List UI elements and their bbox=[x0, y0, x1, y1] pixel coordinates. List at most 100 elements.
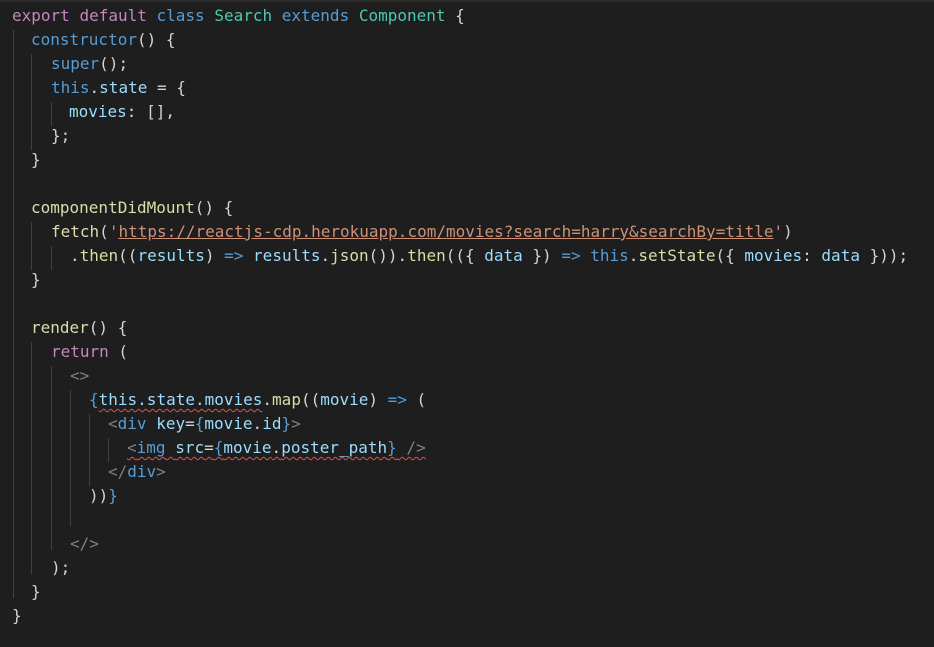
code-line-15: return ( bbox=[51, 340, 128, 364]
indent-guide bbox=[13, 30, 14, 598]
tag-bracket: > bbox=[156, 462, 166, 481]
this-keyword: this bbox=[51, 78, 90, 97]
code-line-10: fetch('https://reactjs-cdp.herokuapp.com… bbox=[51, 220, 793, 244]
punctuation: . bbox=[89, 78, 100, 97]
punctuation: . bbox=[252, 414, 263, 433]
indent-guide bbox=[89, 414, 90, 486]
code-line-4: this.state = { bbox=[51, 76, 186, 100]
attribute-name: src bbox=[175, 438, 205, 457]
punctuation: } bbox=[31, 270, 41, 289]
tag-name: div bbox=[127, 462, 157, 481]
attribute-name: key bbox=[156, 414, 186, 433]
punctuation: (( bbox=[300, 390, 321, 409]
code-line-11: .then((results) => results.json()).then(… bbox=[70, 244, 908, 268]
code-line-25: } bbox=[31, 580, 41, 604]
punctuation: }) bbox=[522, 246, 562, 265]
punctuation: ({ bbox=[715, 246, 745, 265]
parameter-name: data bbox=[484, 246, 523, 265]
tag-bracket: < bbox=[127, 438, 137, 457]
tag-bracket: < bbox=[108, 414, 118, 433]
method-name: map bbox=[272, 390, 301, 409]
punctuation: ) bbox=[368, 390, 388, 409]
code-line-1: export default class Search extends Comp… bbox=[12, 4, 465, 28]
property-name: movies bbox=[744, 246, 803, 265]
indent-guide bbox=[51, 366, 52, 550]
code-line-9: componentDidMount() { bbox=[31, 196, 233, 220]
indent-guide bbox=[108, 438, 109, 462]
variable-name: movie bbox=[223, 438, 272, 457]
base-class-name: Component bbox=[358, 6, 446, 25]
property-name: poster_path bbox=[281, 438, 388, 457]
indent-guide bbox=[31, 342, 32, 574]
property-name: id bbox=[262, 414, 282, 433]
punctuation: . bbox=[70, 246, 80, 265]
code-line-6: }; bbox=[51, 124, 70, 148]
jsx-brace: { bbox=[89, 390, 99, 409]
code-line-26: } bbox=[12, 604, 22, 628]
punctuation: } bbox=[12, 606, 22, 625]
tag-bracket: > bbox=[291, 414, 301, 433]
tag-bracket: </ bbox=[108, 462, 128, 481]
state-movies-expression: this.state.movies bbox=[98, 390, 263, 409]
indent-guide bbox=[31, 222, 32, 270]
arrow-operator: => bbox=[561, 246, 581, 265]
punctuation: ()). bbox=[368, 246, 408, 265]
code-line-12: } bbox=[31, 268, 41, 292]
method-name: then bbox=[79, 246, 119, 265]
property-name: movies bbox=[69, 102, 127, 121]
punctuation: . bbox=[628, 246, 639, 265]
punctuation: : bbox=[802, 246, 822, 265]
punctuation: = { bbox=[147, 78, 186, 97]
jsx-brace: } bbox=[387, 438, 397, 457]
url-link[interactable]: https://reactjs-cdp.herokuapp.com/movies… bbox=[118, 222, 773, 241]
punctuation: . bbox=[271, 438, 282, 457]
export-keyword: export bbox=[12, 6, 70, 25]
tag-name: div bbox=[117, 414, 147, 433]
punctuation: })); bbox=[859, 246, 909, 265]
method-name: render bbox=[31, 318, 89, 337]
punctuation: } bbox=[31, 150, 41, 169]
punctuation: = bbox=[185, 414, 195, 433]
punctuation: () { bbox=[88, 318, 128, 337]
punctuation: . bbox=[262, 390, 273, 409]
variable-name: movie bbox=[204, 414, 253, 433]
indent-guide bbox=[31, 54, 32, 150]
method-name: json bbox=[330, 246, 369, 265]
punctuation: )) bbox=[89, 486, 109, 505]
punctuation: ( bbox=[99, 222, 109, 241]
code-line-20: </div> bbox=[108, 460, 166, 484]
punctuation: }; bbox=[51, 126, 71, 145]
code-line-18: <div key={movie.id}> bbox=[108, 412, 301, 436]
punctuation: (({ bbox=[445, 246, 485, 265]
arrow-operator: => bbox=[387, 390, 407, 409]
code-line-17: {this.state.movies.map((movie) => ( bbox=[89, 388, 426, 412]
code-line-24: ); bbox=[51, 556, 70, 580]
method-name: then bbox=[407, 246, 446, 265]
indent-guide bbox=[51, 102, 52, 126]
punctuation: : [], bbox=[126, 102, 175, 121]
jsx-brace: { bbox=[213, 438, 224, 457]
indent-guide bbox=[70, 390, 71, 526]
jsx-brace: { bbox=[194, 414, 205, 433]
punctuation: ); bbox=[51, 558, 71, 577]
punctuation: () { bbox=[194, 198, 234, 217]
arrow-operator: => bbox=[224, 246, 244, 265]
punctuation: } bbox=[31, 582, 41, 601]
tag-name: img bbox=[136, 438, 166, 457]
extends-keyword: extends bbox=[281, 6, 350, 25]
punctuation: { bbox=[445, 6, 465, 25]
code-editor[interactable]: export default class Search extends Comp… bbox=[0, 0, 934, 647]
code-line-7: } bbox=[31, 148, 41, 172]
punctuation: (); bbox=[99, 54, 129, 73]
parameter-name: movie bbox=[320, 390, 369, 409]
code-line-19: <img src={movie.poster_path} /> bbox=[127, 436, 426, 460]
jsx-brace: } bbox=[281, 414, 292, 433]
jsx-brace: } bbox=[108, 486, 118, 505]
